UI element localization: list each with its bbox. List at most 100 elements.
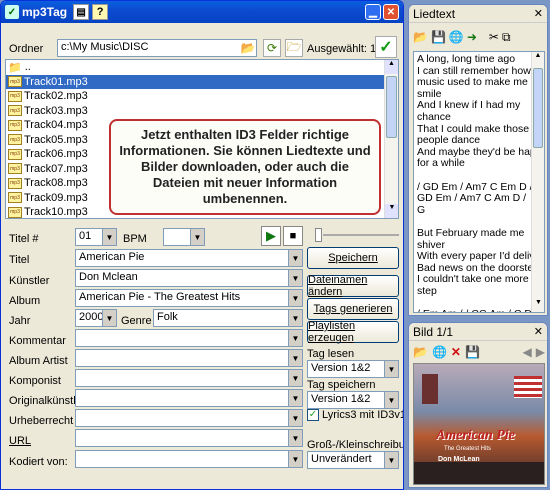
album-label: Album	[9, 295, 41, 307]
titel-label: Titel	[9, 254, 30, 266]
forward-icon[interactable]: ➜	[467, 30, 477, 44]
kommentar-label: Kommentar	[9, 335, 66, 347]
kuenstler-input[interactable]: Don Mclean ▼	[75, 269, 303, 287]
tag-speichern-select[interactable]: Version 1&2 ▼	[307, 391, 399, 409]
open-lyrics-icon[interactable]: 📂	[413, 30, 428, 44]
mp3-file-icon: mp3	[8, 163, 22, 175]
jahr-select[interactable]: 2000 ▼	[75, 309, 117, 327]
lyrics-scrollbar[interactable]: ▲ ▼	[531, 52, 544, 312]
tag-lesen-label: Tag lesen	[307, 348, 355, 360]
file-name: Track10.mp3	[24, 206, 88, 219]
file-name: Track09.mp3	[24, 191, 88, 204]
mp3-file-icon: mp3	[8, 105, 22, 117]
case-label: Groß-/Kleinschreibung	[307, 439, 403, 451]
urheberrecht-label: Urheberrecht	[9, 415, 74, 427]
album-artist-label: Album Artist	[9, 355, 68, 367]
originalkuenstler-label: Originalkünstler	[9, 395, 86, 407]
mp3-file-icon: mp3	[8, 206, 22, 218]
bpm-label: BPM	[123, 233, 147, 245]
image-close-icon[interactable]: ✕	[534, 325, 543, 338]
originalkuenstler-input[interactable]: ▼	[75, 389, 303, 407]
web-search-icon[interactable]: 🌐	[449, 30, 464, 44]
lyrics-text-area[interactable]: A long, long time ago I can still rememb…	[413, 51, 545, 313]
play-button[interactable]: ▶	[261, 226, 281, 246]
album-input[interactable]: American Pie - The Greatest Hits ▼	[75, 289, 303, 307]
image-window: Bild 1/1 ✕ 📂 🌐 ✕ 💾 ◀ ▶ American Pie The …	[408, 322, 548, 488]
komponist-input[interactable]: ▼	[75, 369, 303, 387]
lyrics-titlebar: Liedtext ✕	[409, 5, 547, 23]
open-folder-icon[interactable]: 📂	[239, 39, 257, 57]
playback-slider[interactable]	[315, 228, 401, 242]
minimize-button[interactable]: ▁	[365, 4, 381, 20]
file-name: Track03.mp3	[24, 104, 88, 117]
file-name: Track02.mp3	[24, 90, 88, 103]
file-name: Track01.mp3	[24, 75, 88, 88]
url-label[interactable]: URL	[9, 435, 31, 447]
stop-button[interactable]: ■	[283, 226, 303, 246]
open-image-icon[interactable]: 📂	[413, 345, 428, 359]
previous-image-icon[interactable]: ◀	[523, 345, 532, 359]
urheberrecht-input[interactable]: ▼	[75, 409, 303, 427]
file-name: Track04.mp3	[24, 119, 88, 132]
folder-path-input[interactable]: c:\My Music\DISC	[57, 39, 257, 57]
image-titlebar: Bild 1/1 ✕	[409, 323, 547, 341]
save-lyrics-icon[interactable]: 💾	[431, 30, 446, 44]
lyrics-close-icon[interactable]: ✕	[534, 7, 543, 20]
speichern-button[interactable]: Speichern	[307, 247, 399, 269]
mp3-file-icon: mp3	[8, 192, 22, 204]
delete-image-icon[interactable]: ✕	[451, 345, 461, 359]
help-icon[interactable]: ?	[92, 4, 109, 20]
titel-input[interactable]: American Pie ▼	[75, 249, 303, 267]
mp3-file-icon: mp3	[8, 177, 22, 189]
folder-icon: 📁	[8, 61, 22, 74]
web-image-icon[interactable]: 🌐	[432, 345, 447, 359]
dateinamen-aendern-button[interactable]: Dateinamen ändern	[307, 274, 399, 298]
album-cover-image: American Pie The Greatest Hits Don McLea…	[413, 363, 545, 485]
kodiert-input[interactable]: ▼	[75, 450, 303, 468]
next-image-icon[interactable]: ▶	[536, 345, 545, 359]
image-window-title: Bild 1/1	[413, 324, 454, 339]
cut-icon[interactable]: ✂	[489, 30, 499, 44]
mp3-file-icon: mp3	[8, 148, 22, 160]
cover-title-text: American Pie	[436, 428, 515, 443]
confirm-check-icon[interactable]: ✓	[375, 36, 397, 58]
tags-generieren-button[interactable]: Tags generieren	[307, 298, 399, 320]
file-list-item[interactable]: mp3 Track01.mp3	[6, 74, 398, 89]
kommentar-input[interactable]: ▼	[75, 329, 303, 347]
save-image-icon[interactable]: 💾	[465, 345, 480, 359]
browse-folder-icon[interactable]: 🗁	[285, 39, 303, 57]
case-select[interactable]: Unverändert ▼	[307, 451, 399, 469]
file-name: Track06.mp3	[24, 148, 88, 161]
info-overlay: Jetzt enthalten ID3 Felder richtige Info…	[109, 119, 381, 215]
file-list-item[interactable]: mp3 Track02.mp3	[6, 89, 398, 104]
titel-nr-select[interactable]: 01 ▼	[75, 228, 117, 246]
refresh-folder-icon[interactable]: ⟳	[263, 39, 281, 57]
bpm-select[interactable]: ▼	[163, 228, 205, 246]
mp3-file-icon: mp3	[8, 119, 22, 131]
file-list-item[interactable]: mp3 Track03.mp3	[6, 104, 398, 119]
parent-dir-item[interactable]: 📁..	[6, 60, 398, 75]
window-title: mp3Tag	[22, 5, 68, 19]
info-overlay-text: Jetzt enthalten ID3 Felder richtige Info…	[119, 127, 371, 206]
album-artist-input[interactable]: ▼	[75, 349, 303, 367]
app-icon: ✓	[5, 5, 19, 19]
playlisten-erzeugen-button[interactable]: Playlisten erzeugen	[307, 320, 399, 344]
mp3-file-icon: mp3	[8, 76, 22, 88]
tag-speichern-label: Tag speichern	[307, 379, 376, 391]
settings-icon[interactable]: ▤	[73, 4, 90, 20]
file-name: Track08.mp3	[24, 177, 88, 190]
main-titlebar: ✓ mp3Tag ▤ ? ▁ ✕	[1, 1, 403, 23]
close-button[interactable]: ✕	[383, 4, 399, 20]
file-list-scrollbar[interactable]: ▲ ▼	[384, 60, 398, 218]
lyrics-window-title: Liedtext	[413, 6, 456, 21]
tag-lesen-select[interactable]: Version 1&2 ▼	[307, 360, 399, 378]
url-input[interactable]: ▼	[75, 429, 303, 447]
lyrics3-checkbox-label: Lyrics3 mit ID3v1	[322, 409, 404, 421]
genre-select[interactable]: Folk ▼	[153, 309, 303, 327]
kodiert-label: Kodiert von:	[9, 456, 68, 468]
copy-icon[interactable]: ⧉	[502, 30, 511, 45]
mp3-file-icon: mp3	[8, 90, 22, 102]
lyrics3-checkbox[interactable]: ✓	[307, 409, 319, 421]
kuenstler-label: Künstler	[9, 275, 50, 287]
lyrics-toolbar: 📂 💾 🌐 ➜ ✂ ⧉	[413, 27, 545, 47]
